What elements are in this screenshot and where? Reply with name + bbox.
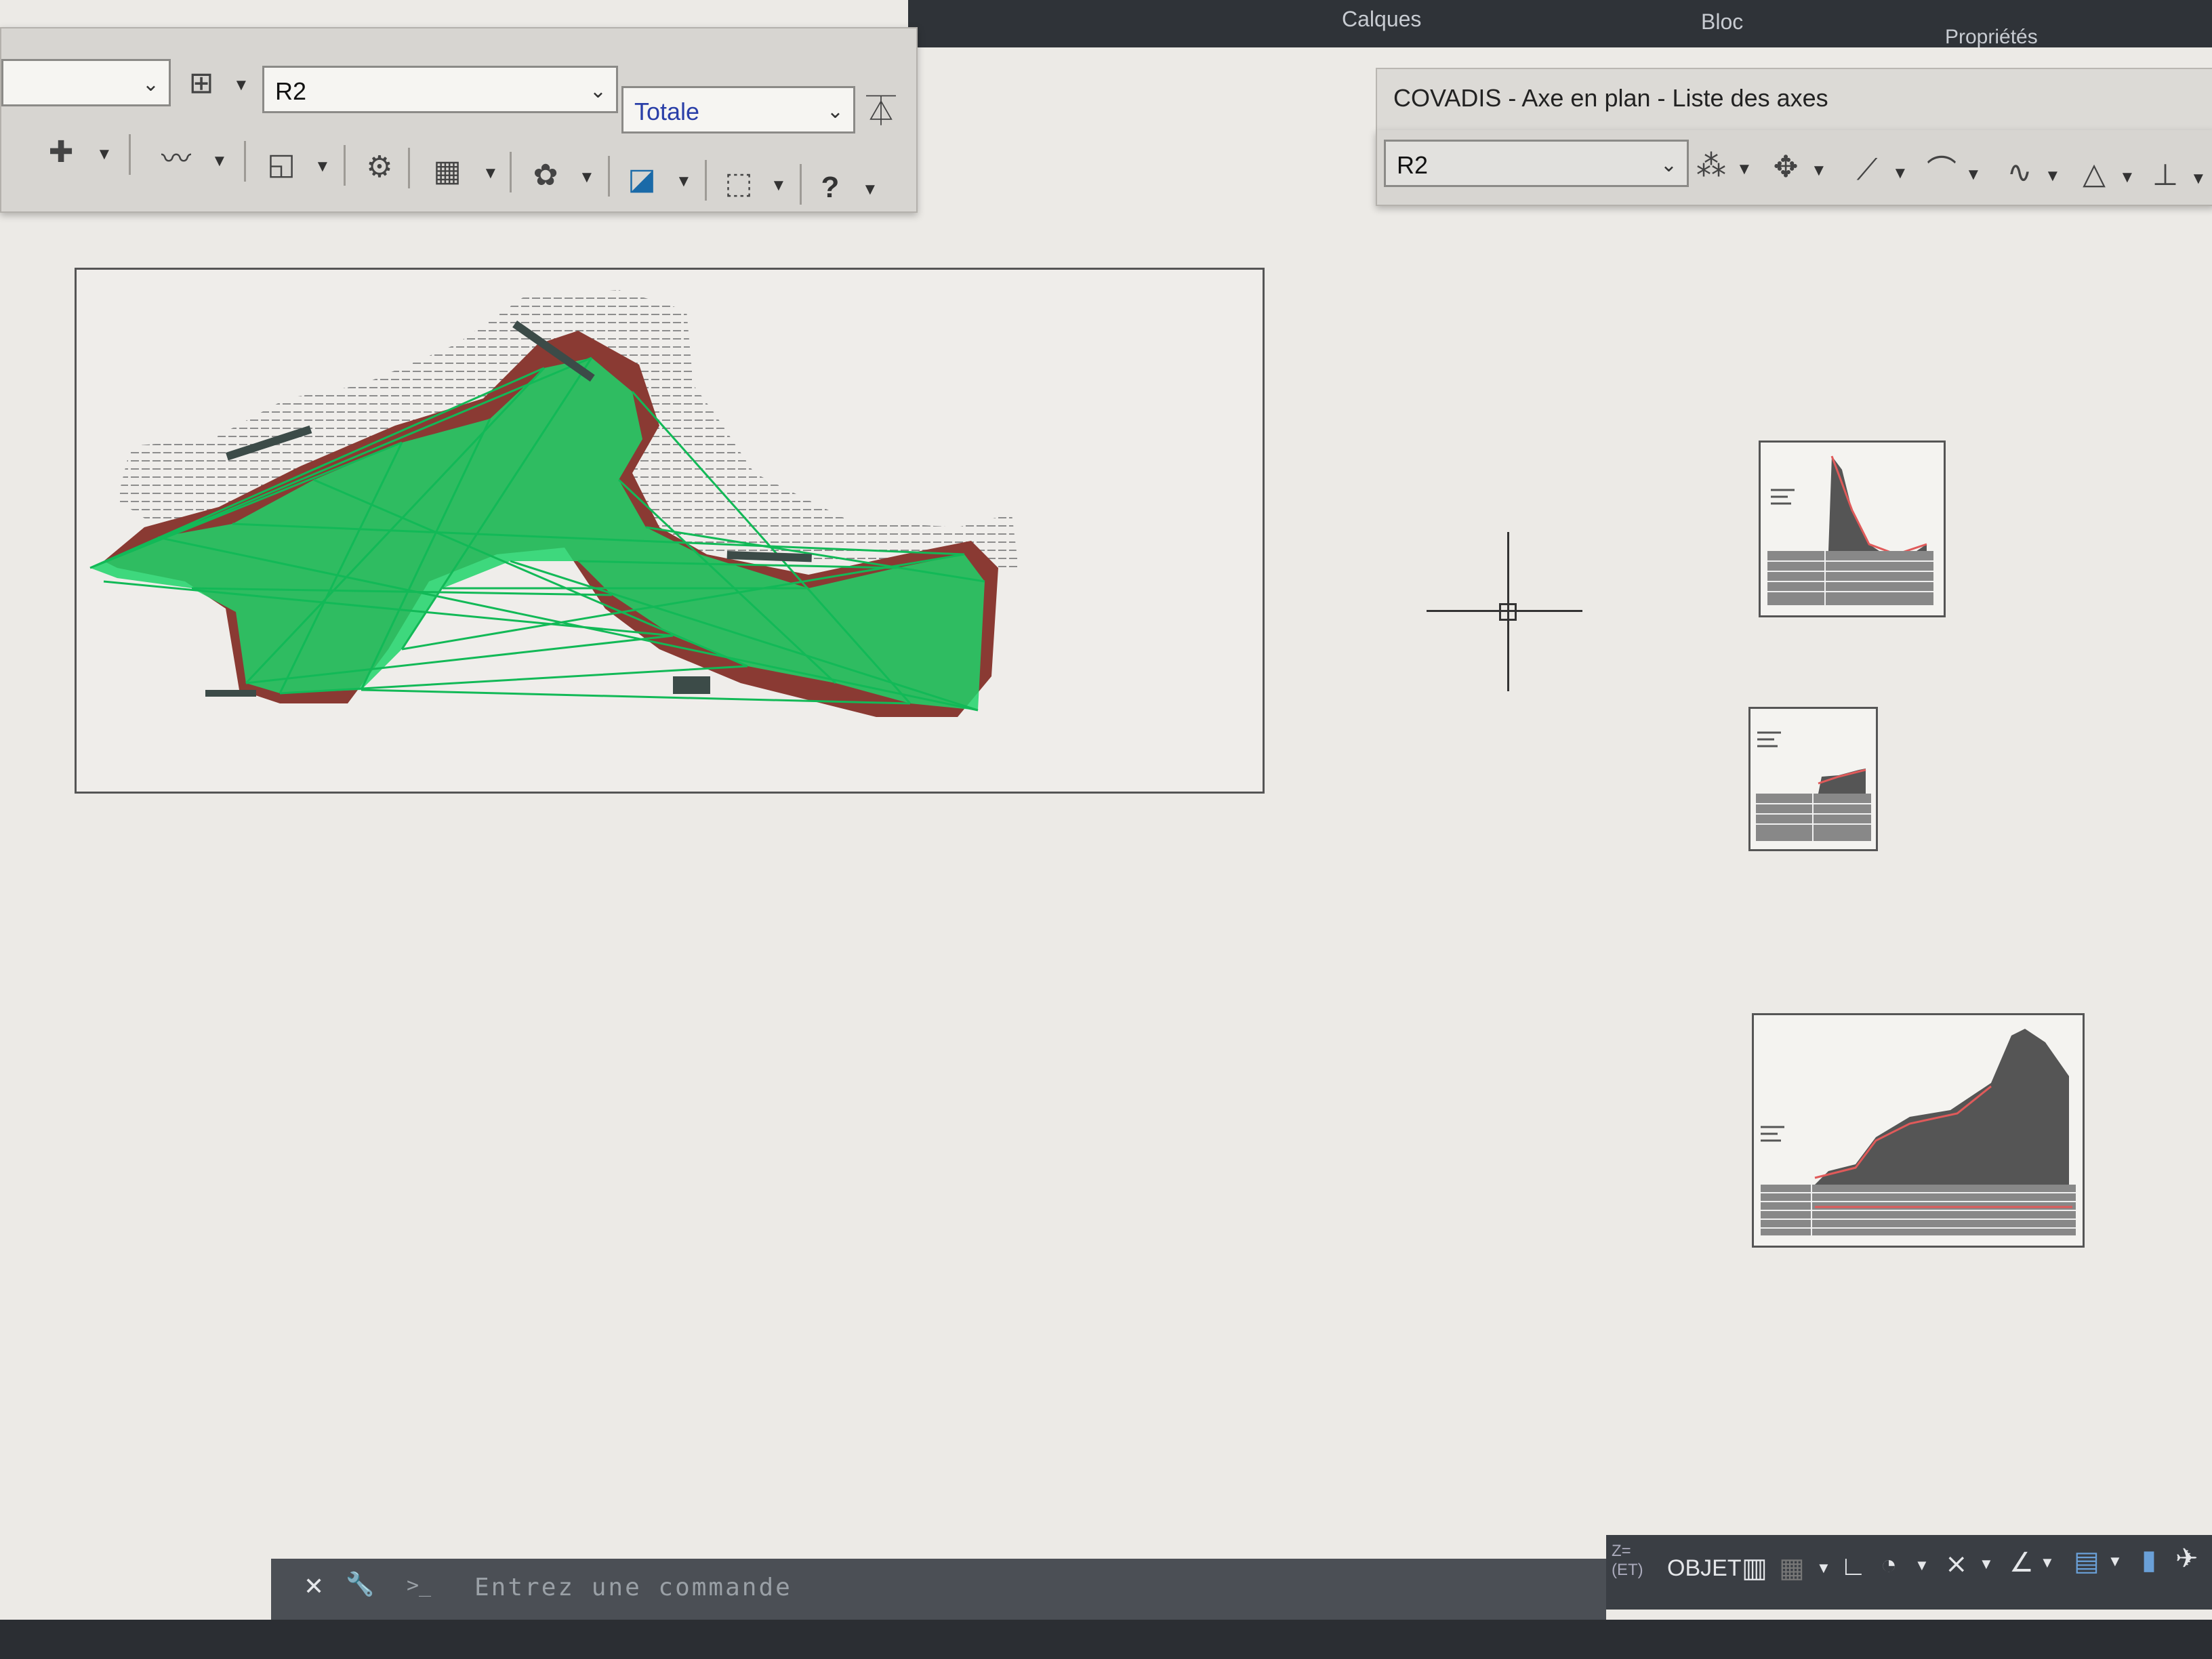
ortho-icon[interactable]: ∟	[1840, 1551, 1866, 1582]
prompt-icon: >_	[407, 1574, 432, 1597]
axis-panel-select-value: R2	[1397, 151, 1429, 179]
terrain-drawing	[89, 290, 1019, 717]
separator	[244, 141, 246, 182]
chevron-down-icon[interactable]: ▼	[483, 164, 499, 183]
chevron-down-icon[interactable]: ▼	[2045, 167, 2061, 186]
line-icon[interactable]: ⟋	[1845, 148, 1889, 192]
chevron-down-icon: ⌄	[1660, 154, 1677, 176]
arc-icon[interactable]: ⌒	[1919, 149, 1964, 194]
chevron-down-icon[interactable]: ▼	[2108, 1553, 2123, 1570]
axis-panel-select[interactable]: R2 ⌄	[1384, 140, 1689, 187]
isodraft-icon[interactable]: ⨯	[1945, 1549, 1968, 1580]
profile-drawing-2	[1756, 731, 1871, 841]
mode-select-value: Totale	[634, 98, 700, 125]
profile-drawing-1	[1767, 455, 1933, 605]
axis-list-icon[interactable]: ⁂	[1689, 144, 1734, 188]
help-icon[interactable]: ?	[808, 165, 853, 210]
point-icon[interactable]: ✿	[523, 153, 568, 198]
profile-drawing-3	[1761, 1029, 2076, 1235]
axis-list-icon[interactable]: ⊞	[179, 61, 224, 106]
profile-sheet-1[interactable]	[1759, 441, 1946, 617]
angle-icon[interactable]: ∠	[2009, 1547, 2034, 1578]
axis-select[interactable]: R2 ⌄	[262, 66, 618, 113]
axis-panel-toolbar: R2 ⌄ ⁂ ▼ ✥ ▼ ⟋ ▼ ⌒ ▼ ∿ ▼ △ ▼ ⊥ ▼	[1376, 130, 2212, 206]
chevron-down-icon[interactable]: ▼	[2119, 168, 2135, 187]
grid-icon[interactable]: ▦	[425, 149, 470, 194]
axis-select-value: R2	[275, 77, 307, 105]
mode-select[interactable]: Totale ⌄	[621, 86, 855, 134]
status-bar: Z= (ET) OBJET ▥ ▦ ▼ ∟ ◔ ▼ ⨯ ▼ ∠ ▼ ▤ ▼ ▮ …	[1606, 1535, 2212, 1610]
triangle-icon[interactable]: △	[2072, 152, 2116, 197]
profile-sheet-3[interactable]	[1752, 1013, 2085, 1248]
chevron-down-icon[interactable]: ▼	[96, 145, 112, 164]
chevron-down-icon[interactable]: ▼	[771, 176, 787, 195]
chevron-down-icon: ⌄	[589, 80, 607, 102]
ribbon-bloc[interactable]: Bloc	[1701, 9, 1743, 35]
separator	[800, 164, 802, 205]
layers-icon[interactable]: ◱	[259, 142, 304, 187]
command-line: ✕ 🔧 >_ Entrez une commande	[271, 1559, 1606, 1620]
cursor-pickbox	[1499, 603, 1517, 621]
command-input[interactable]: Entrez une commande	[474, 1574, 792, 1601]
axis-panel-title: COVADIS - Axe en plan - Liste des axes	[1393, 84, 1828, 112]
chevron-down-icon[interactable]: ▼	[1736, 160, 1753, 179]
chevron-down-icon[interactable]: ▼	[579, 168, 595, 187]
polar-icon[interactable]: ◔	[1881, 1550, 1897, 1580]
separator	[129, 134, 131, 175]
separator	[408, 148, 410, 188]
gear-icon[interactable]: ⚙	[357, 145, 402, 190]
clothoid-icon[interactable]: ∿	[1997, 150, 2042, 195]
chevron-down-icon[interactable]: ▼	[1965, 165, 1982, 184]
chevron-down-icon[interactable]: ▼	[1892, 164, 1908, 183]
chevron-down-icon[interactable]: ▼	[233, 76, 249, 95]
block-icon[interactable]: ⬚	[716, 161, 761, 206]
annotate-icon[interactable]: ▮	[2142, 1544, 2156, 1576]
layer-select[interactable]: ⌄	[1, 59, 171, 106]
chevron-down-icon: ⌄	[826, 100, 844, 123]
separator	[510, 152, 512, 192]
ribbon-bar: Calques Bloc Propriétés	[908, 0, 2212, 49]
ribbon-calques[interactable]: Calques	[1342, 7, 1421, 32]
measure-icon[interactable]: ⊥	[2143, 153, 2188, 198]
profile-sheet-2[interactable]	[1748, 707, 1878, 851]
separator	[608, 156, 610, 197]
chevron-down-icon[interactable]: ▼	[1816, 1559, 1831, 1577]
chevron-down-icon[interactable]: ▼	[2040, 1554, 2055, 1572]
snap-icon[interactable]: ▦	[1779, 1553, 1805, 1584]
grid-icon[interactable]: ▥	[1742, 1553, 1767, 1584]
axis-panel: COVADIS - Axe en plan - Liste des axes	[1376, 68, 2212, 133]
chevron-down-icon[interactable]: ▼	[1979, 1555, 1994, 1573]
contour-icon[interactable]: 〰	[154, 137, 199, 182]
covadis-toolbar: ⌄ ⊞ ▼ R2 ⌄ Totale ⌄ ⏄ ✚ ▼ 〰 ▼ ◱ ▼ ⚙ ▦ ▼ …	[0, 27, 918, 213]
chevron-down-icon: ⌄	[142, 73, 159, 96]
chevron-down-icon[interactable]: ▼	[676, 172, 692, 191]
move-icon[interactable]: ✥	[1763, 145, 1808, 190]
wrench-icon[interactable]: 🔧	[346, 1571, 374, 1598]
chevron-down-icon[interactable]: ▼	[2190, 169, 2207, 188]
chevron-down-icon[interactable]: ▼	[211, 152, 228, 171]
chevron-down-icon[interactable]: ▼	[862, 180, 878, 199]
object-snap-mode[interactable]: OBJET	[1667, 1555, 1742, 1582]
workspace-icon[interactable]: ▤	[2074, 1546, 2100, 1577]
surface-icon[interactable]: ◪	[619, 157, 664, 202]
profile-icon[interactable]: ⏄	[859, 89, 903, 134]
tin-icon[interactable]: ✚	[39, 130, 83, 175]
z-elevation-label[interactable]: Z= (ET)	[1612, 1542, 1643, 1580]
screen-bezel	[0, 1620, 2212, 1659]
separator	[344, 145, 346, 186]
close-icon[interactable]: ✕	[304, 1572, 324, 1601]
chevron-down-icon[interactable]: ▼	[314, 157, 331, 176]
pin-icon[interactable]: ✈	[2175, 1543, 2198, 1574]
ribbon-proprietes[interactable]: Propriétés	[1945, 26, 2038, 49]
chevron-down-icon[interactable]: ▼	[1914, 1557, 1929, 1574]
separator	[705, 160, 707, 201]
chevron-down-icon[interactable]: ▼	[1811, 161, 1827, 180]
plan-viewport[interactable]	[75, 268, 1265, 794]
